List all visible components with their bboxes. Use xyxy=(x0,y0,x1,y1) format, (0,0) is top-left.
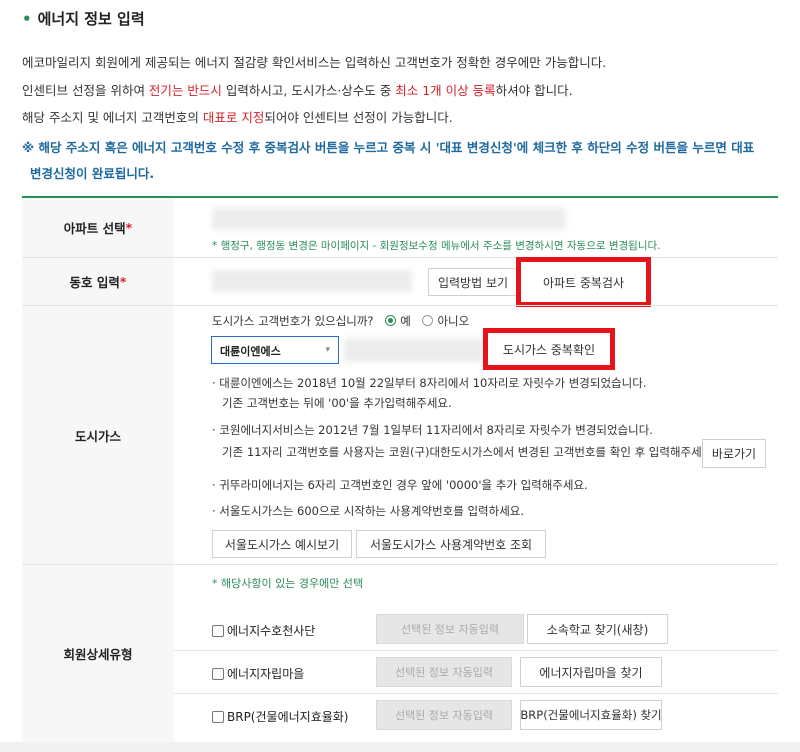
brp-checkbox[interactable]: BRP(건물에너지효율화) xyxy=(212,708,349,725)
checkbox-box[interactable] xyxy=(212,710,224,723)
gas-label: 도시가스 xyxy=(22,306,174,564)
checkbox-box[interactable] xyxy=(212,624,224,637)
gas-yes-radio[interactable] xyxy=(385,315,397,326)
apartment-select-blurred[interactable] xyxy=(212,208,566,230)
gas-number-input-blurred[interactable] xyxy=(344,338,484,362)
auto-field: 선택된 정보 자동입력 xyxy=(376,657,512,687)
member-type-label: 회원상세유형 xyxy=(22,565,174,742)
checkbox-box[interactable] xyxy=(212,667,224,680)
apartment-label: 아파트 선택 * xyxy=(22,198,174,257)
input-method-button[interactable]: 입력방법 보기 xyxy=(428,268,518,296)
intro-line-3: 해당 주소지 및 에너지 고객번호의 대표로 지정되어야 인센티브 선정이 가능… xyxy=(22,110,453,125)
apartment-hint: * 행정구, 행정동 변경은 마이페이지 - 회원정보수정 메뉴에서 주소를 변… xyxy=(212,240,661,252)
page-bottom-edge xyxy=(0,742,800,752)
seoul-gas-lookup-button[interactable]: 서울도시가스 사용계약번호 조회 xyxy=(356,530,546,558)
chevron-down-icon: ▾ xyxy=(325,345,330,355)
unit-label: 동호 입력 * xyxy=(22,258,174,305)
energy-village-checkbox[interactable]: 에너지자립마을 xyxy=(212,665,304,682)
find-brp-button[interactable]: BRP(건물에너지효율화) 찾기 xyxy=(520,700,662,730)
gas-note: · 귀뚜라미에너지는 6자리 고객번호인 경우 앞에 '0000'을 추가 입력… xyxy=(212,478,588,492)
gas-note: 기존 고객번호는 뒤에 '00'을 추가입력해주세요. xyxy=(222,396,452,410)
gas-question: 도시가스 고객번호가 있으십니까? 예 아니오 xyxy=(212,314,470,328)
gas-company-select[interactable]: 대륜이엔에스 ▾ xyxy=(211,336,339,364)
goto-button[interactable]: 바로가기 xyxy=(702,439,766,468)
auto-field: 선택된 정보 자동입력 xyxy=(376,614,524,644)
auto-field: 선택된 정보 자동입력 xyxy=(376,700,512,730)
find-village-button[interactable]: 에너지자립마을 찾기 xyxy=(520,657,662,687)
gas-note: · 서울도시가스는 600으로 시작하는 사용계약번호를 입력하세요. xyxy=(212,504,525,518)
member-type-hint: * 해당사항이 있는 경우에만 선택 xyxy=(212,577,364,590)
gas-no-radio[interactable] xyxy=(422,315,434,326)
find-school-button[interactable]: 소속학교 찾기(새창) xyxy=(527,614,668,644)
gas-dup-confirm-button[interactable]: 도시가스 중복확인 xyxy=(483,328,615,370)
gas-note: 기존 11자리 고객번호를 사용자는 코원(구)대한도시가스에서 변경된 고객번… xyxy=(222,445,716,459)
bullet-dot-icon: • xyxy=(22,10,32,28)
row-divider xyxy=(174,693,778,694)
row-divider xyxy=(174,650,778,651)
notice-text: ※ 해당 주소지 혹은 에너지 고객번호 수정 후 중복검사 버튼을 누르고 중… xyxy=(22,140,755,181)
intro-line-1: 에코마일리지 회원에게 제공되는 에너지 절감량 확인서비스는 입력하신 고객번… xyxy=(22,55,607,70)
energy-angels-checkbox[interactable]: 에너지수호천사단 xyxy=(212,622,315,639)
apartment-dup-check-button[interactable]: 아파트 중복검사 xyxy=(516,257,651,307)
intro-line-2: 인센티브 선정을 위하여 전기는 반드시 입력하시고, 도시가스·상수도 중 최… xyxy=(22,83,573,98)
unit-input-blurred[interactable] xyxy=(212,270,412,292)
section-title: • 에너지 정보 입력 xyxy=(22,10,145,28)
seoul-gas-example-button[interactable]: 서울도시가스 예시보기 xyxy=(212,530,352,558)
gas-note: · 대륜이엔에스는 2018년 10월 22일부터 8자리에서 10자리로 자릿… xyxy=(212,376,647,390)
gas-note: · 코원에너지서비스는 2012년 7월 1일부터 11자리에서 8자리로 자릿… xyxy=(212,423,653,437)
